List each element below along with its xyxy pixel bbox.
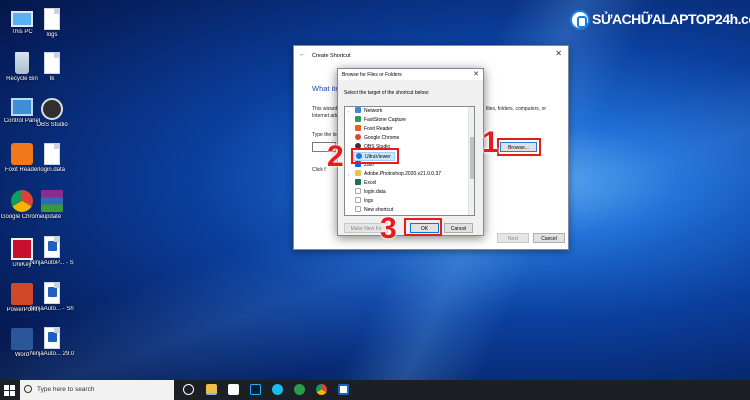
wizard-description-tail: files, folders, computers, or [486, 106, 547, 112]
watermark-logo: SỬACHỮALAPTOP24h.com [570, 8, 750, 36]
shortcut-icon [44, 282, 60, 304]
tree-item-network[interactable]: Network [355, 107, 382, 116]
close-icon[interactable]: ✕ [473, 70, 479, 78]
obs-icon [41, 98, 63, 120]
cortana-icon[interactable] [183, 384, 194, 395]
file-explorer-icon[interactable] [206, 384, 217, 395]
shortcut-icon [44, 236, 60, 258]
highlight-ok [404, 218, 442, 236]
back-arrow-icon[interactable]: ← [299, 51, 306, 58]
desktop-icon-update[interactable]: update [30, 190, 74, 221]
wizard-description-1: This wizard [312, 106, 338, 112]
document-icon [355, 206, 361, 212]
step-number-3: 3 [380, 212, 397, 245]
chrome-icon[interactable] [316, 384, 327, 395]
excel-icon [355, 179, 361, 185]
recycle-bin-icon [15, 52, 29, 74]
tree-item-logs[interactable]: logs [355, 197, 373, 206]
wizard-description-2: Internet add [312, 113, 339, 119]
step-number-2: 2 [327, 140, 344, 173]
laptop-logo-icon [570, 10, 590, 30]
wizard-heading: What ite [312, 84, 340, 93]
close-icon[interactable]: ✕ [555, 49, 562, 58]
shortcut-icon[interactable] [338, 384, 349, 395]
scrollbar-thumb[interactable] [470, 137, 474, 179]
wizard-cancel-button[interactable]: Cancel [533, 233, 565, 243]
shortcut-icon [44, 327, 60, 349]
highlight-browse [497, 138, 541, 156]
document-icon [355, 197, 361, 203]
foxit-icon [355, 125, 361, 131]
photoshop-icon[interactable] [250, 384, 261, 395]
tree-item-faststone[interactable]: FastStone Capture [355, 116, 406, 125]
browse-prompt: Select the target of the shortcut below: [344, 90, 430, 96]
desktop-icon-ninja-shortcut-2[interactable]: NinjaAuto... - Shortcut [30, 282, 74, 313]
logo-text: SỬACHỮALAPTOP24h.com [592, 11, 750, 27]
desktop-icon-tk[interactable]: tk [30, 52, 74, 83]
taskbar-search-box[interactable]: Type here to search [20, 380, 174, 400]
tree-scrollbar[interactable] [468, 107, 474, 215]
desktop-icon-logs[interactable]: logs [30, 8, 74, 39]
taskbar: Type here to search [0, 380, 750, 400]
tree-item-login-data[interactable]: login.data [355, 188, 386, 197]
dialog-title-bar: Browse for Files or Folders ✕ [338, 69, 483, 80]
store-icon[interactable] [228, 384, 239, 395]
tree-item-excel[interactable]: Excel [355, 179, 376, 188]
desktop-icon-ninja-shortcut-1[interactable]: NinjaAutoP... - Shortcut [30, 236, 74, 267]
ie-icon[interactable] [272, 384, 283, 395]
expand-arrow-icon[interactable]: › [348, 172, 349, 177]
highlight-ultraviewer [351, 148, 399, 164]
browse-cancel-button[interactable]: Cancel [444, 223, 473, 233]
location-label: Type the loc [312, 132, 339, 138]
faststone-icon [355, 116, 361, 122]
winrar-icon [41, 190, 63, 212]
document-icon [355, 188, 361, 194]
document-icon [44, 8, 60, 30]
search-placeholder: Type here to search [37, 386, 95, 393]
step-number-1: 1 [482, 126, 499, 159]
tree-item-chrome[interactable]: Google Chrome [355, 134, 399, 143]
windows-start-icon[interactable] [4, 385, 15, 396]
edge-icon[interactable] [294, 384, 305, 395]
desktop-icon-login-data[interactable]: login.data [30, 143, 74, 174]
document-icon [44, 143, 60, 165]
document-icon [44, 52, 60, 74]
chrome-icon [355, 134, 361, 140]
expand-arrow-icon[interactable]: › [348, 109, 349, 114]
folder-icon [355, 170, 361, 176]
click-next-label: Click f [312, 167, 326, 173]
browse-dialog-title: Browse for Files or Folders [342, 72, 402, 78]
next-button[interactable]: Next [497, 233, 529, 243]
network-icon [355, 107, 361, 113]
wizard-title: Create Shortcut [312, 53, 351, 59]
desktop-icon-obs-studio[interactable]: OBS Studio [30, 98, 74, 129]
search-icon [24, 385, 32, 393]
tree-item-photoshop-folder[interactable]: Adobe.Photoshop.2020.v21.0.0.37 [355, 170, 441, 179]
tree-item-foxit[interactable]: Foxit Reader [355, 125, 393, 134]
desktop-icon-ninja-shortcut-3[interactable]: NinjaAuto... 29.01 - Sho... [30, 327, 74, 358]
